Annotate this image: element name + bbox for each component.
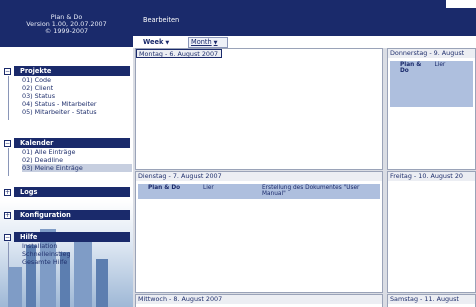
sidebar-item-status[interactable]: 03) Status bbox=[22, 92, 132, 100]
section-konfiguration[interactable]: Konfiguration bbox=[14, 210, 130, 220]
topbar-corner bbox=[446, 0, 476, 8]
entry-person: Lier bbox=[203, 185, 214, 191]
sidebar: Plan & Do Version 1.00, 20.07.2007 © 199… bbox=[0, 0, 133, 307]
tab-month-label: Month bbox=[191, 38, 212, 46]
day-cell-saturday[interactable]: Samstag - 11. August bbox=[387, 294, 476, 307]
day-cell-wednesday[interactable]: Mittwoch - 8. August 2007 bbox=[135, 294, 383, 307]
projekte-items: 01) Code 02) Client 03) Status 04) Statu… bbox=[22, 76, 132, 116]
hilfe-items: Installation Schnelleinstieg Gesamte Hil… bbox=[22, 242, 132, 266]
entry-project: Plan & Do bbox=[400, 62, 422, 74]
sidebar-item-mitarbeiter-status[interactable]: 05) Mitarbeiter - Status bbox=[22, 108, 132, 116]
tree-line bbox=[8, 76, 9, 120]
section-hilfe[interactable]: Hilfe bbox=[14, 232, 130, 242]
calendar-entry[interactable]: Plan & Do Lier Erstellung des Dokumentes… bbox=[138, 184, 380, 199]
tree-line bbox=[8, 148, 9, 176]
kalender-collapse-icon[interactable]: − bbox=[4, 140, 11, 147]
section-logs[interactable]: Logs bbox=[14, 187, 130, 197]
view-tabs: Week ▼ Month ▼ bbox=[133, 36, 476, 48]
entry-person: Lier bbox=[434, 62, 446, 68]
projekte-collapse-icon[interactable]: − bbox=[4, 68, 11, 75]
day-header: Freitag - 10. August 20 bbox=[388, 172, 475, 181]
tab-week-label: Week bbox=[143, 38, 164, 46]
section-kalender[interactable]: Kalender bbox=[14, 138, 130, 148]
sidebar-item-alle-eintraege[interactable]: 01) Alle Einträge bbox=[22, 148, 132, 156]
day-cell-monday[interactable]: Montag - 6. August 2007 bbox=[135, 48, 383, 170]
entry-title: Erstellung des Dokumentes "User Manual" bbox=[262, 185, 360, 197]
sidebar-item-deadline[interactable]: 02) Deadline bbox=[22, 156, 132, 164]
day-header: Dienstag - 7. August 2007 bbox=[136, 172, 382, 181]
chevron-down-icon: ▼ bbox=[213, 40, 218, 46]
app-copyright: © 1999-2007 bbox=[44, 27, 89, 35]
sidebar-item-installation[interactable]: Installation bbox=[22, 242, 132, 250]
entry-project: Plan & Do bbox=[148, 185, 181, 191]
day-cell-friday[interactable]: Freitag - 10. August 20 bbox=[387, 171, 476, 293]
sidebar-item-gesamte-hilfe[interactable]: Gesamte Hilfe bbox=[22, 258, 132, 266]
section-projekte[interactable]: Projekte bbox=[14, 66, 130, 76]
sidebar-item-status-mitarbeiter[interactable]: 04) Status - Mitarbeiter bbox=[22, 100, 132, 108]
sidebar-item-code[interactable]: 01) Code bbox=[22, 76, 132, 84]
top-bar: Bearbeiten bbox=[133, 0, 476, 36]
calendar-entry[interactable]: Plan & Do Lier bbox=[390, 61, 473, 107]
day-header: Mittwoch - 8. August 2007 bbox=[136, 295, 382, 304]
hilfe-collapse-icon[interactable]: − bbox=[4, 234, 11, 241]
day-header: Samstag - 11. August bbox=[388, 295, 475, 304]
tab-month[interactable]: Month ▼ bbox=[188, 37, 228, 48]
tree-line bbox=[8, 242, 9, 270]
app-info: Plan & Do Version 1.00, 20.07.2007 © 199… bbox=[0, 0, 133, 47]
kalender-items: 01) Alle Einträge 02) Deadline 03) Meine… bbox=[22, 148, 132, 172]
sidebar-item-schnelleinstieg[interactable]: Schnelleinstieg bbox=[22, 250, 132, 258]
chevron-down-icon: ▼ bbox=[165, 40, 170, 46]
sidebar-item-client[interactable]: 02) Client bbox=[22, 84, 132, 92]
logs-expand-icon[interactable]: + bbox=[4, 189, 11, 196]
day-header: Donnerstag - 9. August bbox=[388, 49, 475, 58]
day-header: Montag - 6. August 2007 bbox=[136, 49, 223, 58]
week-calendar: Montag - 6. August 2007 Donnerstag - 9. … bbox=[133, 48, 476, 307]
tab-week[interactable]: Week ▼ bbox=[143, 38, 169, 47]
sidebar-item-meine-eintraege[interactable]: 03) Meine Einträge bbox=[22, 164, 132, 172]
day-cell-tuesday[interactable]: Dienstag - 7. August 2007 Plan & Do Lier… bbox=[135, 171, 383, 293]
day-cell-thursday[interactable]: Donnerstag - 9. August Plan & Do Lier bbox=[387, 48, 476, 170]
menu-bearbeiten[interactable]: Bearbeiten bbox=[143, 16, 179, 24]
konfiguration-expand-icon[interactable]: + bbox=[4, 212, 11, 219]
